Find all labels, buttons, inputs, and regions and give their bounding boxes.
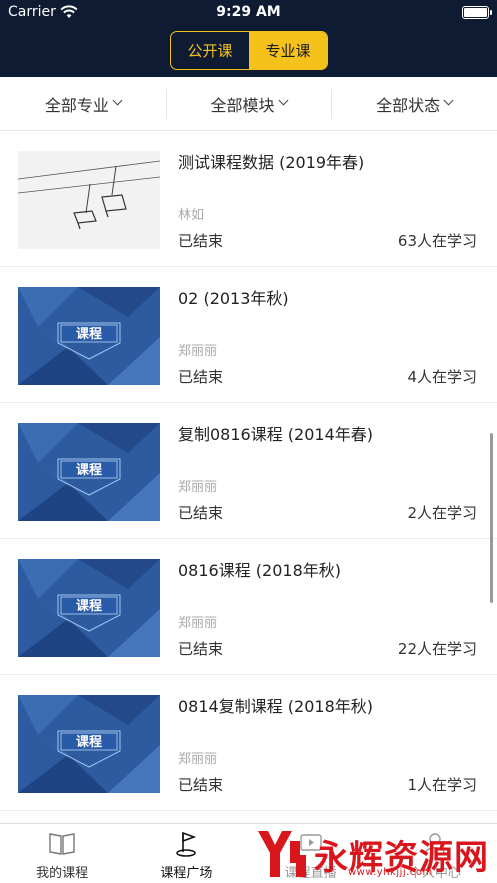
filter-major[interactable]: 全部专业 (0, 77, 166, 130)
scrollbar[interactable] (490, 433, 493, 603)
course-title: 复制0816课程 (2014年春) (178, 425, 374, 444)
course-status: 已结束 (178, 368, 224, 386)
course-teacher: 郑丽丽 (178, 344, 218, 359)
watermark-url: www.yhkjjj.com (348, 867, 433, 878)
course-status: 已结束 (178, 776, 224, 794)
course-cover-image: 课程 (18, 423, 160, 521)
cover-label: 课程 (76, 327, 102, 342)
tab-label: 我的课程 (36, 866, 89, 881)
tab-label: 课程广场 (160, 866, 213, 881)
course-learner-count: 2人在学习 (407, 504, 477, 522)
course-thumbnail: 课程 (18, 559, 160, 657)
course-item[interactable]: 课程 0814复制课程 (2018年秋) 郑丽丽 已结束 1人在学习 (0, 675, 497, 811)
ski-lift-photo (18, 151, 160, 249)
cover-label: 课程 (76, 463, 102, 478)
course-title: 0816课程 (2018年秋) (178, 561, 342, 580)
status-bar: Carrier 9:29 AM (0, 0, 497, 26)
battery-icon (462, 6, 492, 19)
course-thumbnail (18, 151, 160, 249)
course-teacher: 郑丽丽 (178, 752, 218, 767)
filter-major-label: 全部专业 (44, 95, 109, 115)
tab-my-courses[interactable]: 我的课程 (0, 824, 124, 883)
course-thumbnail: 课程 (18, 287, 160, 385)
watermark: 永辉资源网 www.yhkjjj.com (252, 827, 492, 881)
course-teacher: 郑丽丽 (178, 480, 218, 495)
tab-course-square[interactable]: 课程广场 (124, 824, 248, 883)
course-title: 0814复制课程 (2018年秋) (178, 697, 374, 716)
flag-icon (176, 831, 197, 857)
filter-bar: 全部专业 全部模块 全部状态 (0, 77, 497, 131)
course-item[interactable]: 课程 复制0816课程 (2014年春) 郑丽丽 已结束 2人在学习 (0, 403, 497, 539)
segment-public-courses[interactable]: 公开课 (171, 32, 249, 69)
course-title: 02 (2013年秋) (178, 289, 289, 308)
chevron-down-icon (443, 95, 454, 106)
chevron-down-icon (278, 95, 288, 106)
course-learner-count: 4人在学习 (407, 368, 477, 386)
filter-module-label: 全部模块 (210, 95, 275, 115)
course-item[interactable]: 课程 02 (2013年秋) 郑丽丽 已结束 4人在学习 (0, 267, 497, 403)
course-list[interactable]: 测试课程数据 (2019年春) 林如 已结束 63人在学习 课程 02 (201… (0, 131, 497, 823)
course-cover-image: 课程 (18, 287, 160, 385)
course-thumbnail: 课程 (18, 695, 160, 793)
course-status: 已结束 (178, 504, 224, 522)
filter-status-label: 全部状态 (376, 95, 441, 115)
course-item[interactable]: 课程 0816课程 (2018年秋) 郑丽丽 已结束 22人在学习 (0, 539, 497, 675)
segment-professional-courses[interactable]: 专业课 (249, 32, 327, 69)
course-teacher: 郑丽丽 (178, 616, 218, 631)
watermark-logo (258, 831, 306, 877)
filter-status[interactable]: 全部状态 (331, 77, 497, 130)
book-icon (49, 833, 75, 855)
course-thumbnail: 课程 (18, 423, 160, 521)
top-header: Carrier 9:29 AM 公开课 专业课 (0, 0, 497, 77)
clock: 9:29 AM (216, 4, 281, 20)
course-teacher: 林如 (178, 208, 205, 223)
course-cover-image: 课程 (18, 559, 160, 657)
course-type-segment: 公开课 专业课 (170, 31, 328, 70)
course-item[interactable]: 测试课程数据 (2019年春) 林如 已结束 63人在学习 (0, 131, 497, 267)
chevron-down-icon (112, 95, 123, 106)
cover-label: 课程 (76, 599, 102, 614)
course-status: 已结束 (178, 640, 224, 658)
cover-label: 课程 (76, 735, 102, 750)
course-learner-count: 63人在学习 (397, 232, 477, 250)
course-status: 已结束 (178, 232, 224, 250)
course-title: 测试课程数据 (2019年春) (178, 153, 365, 172)
course-learner-count: 22人在学习 (397, 640, 477, 658)
filter-module[interactable]: 全部模块 (165, 77, 332, 130)
course-cover-image: 课程 (18, 695, 160, 793)
course-learner-count: 1人在学习 (407, 776, 477, 794)
